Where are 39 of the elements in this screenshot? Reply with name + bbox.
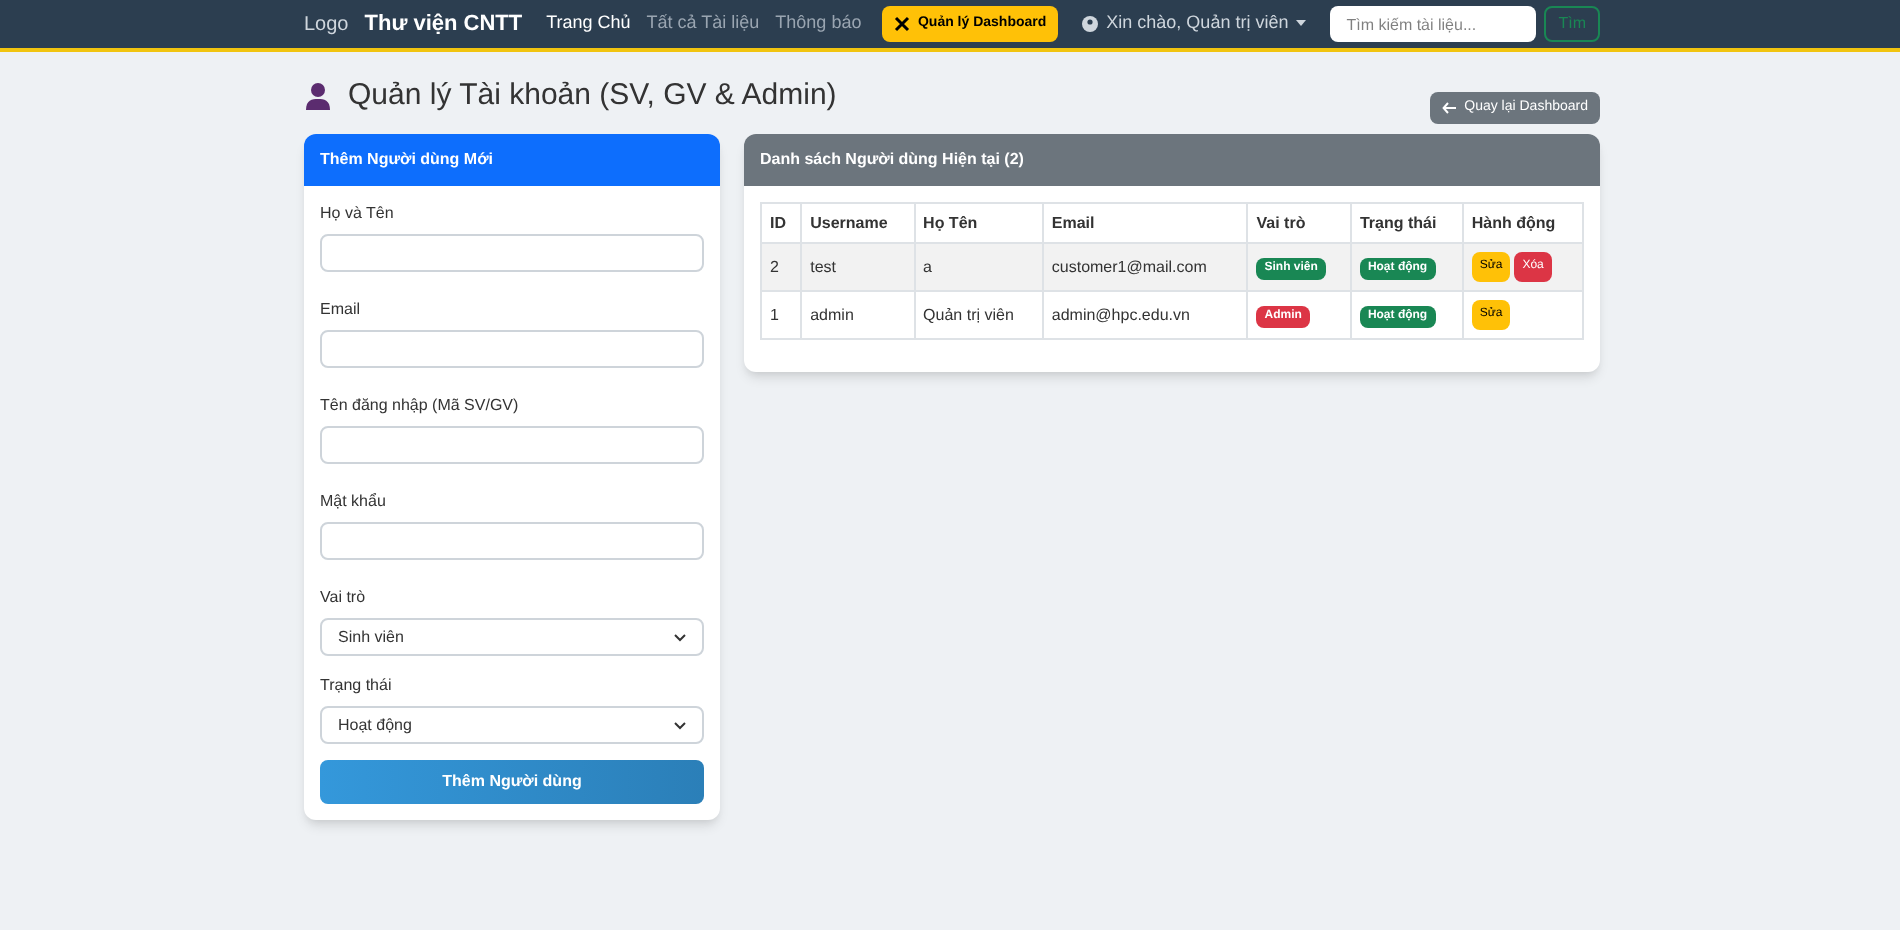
input-field[interactable] [320,426,704,464]
search-field[interactable]: Tìm kiếm tài liệu... [1330,6,1537,42]
table-cell: Quản trị viên [923,305,1014,323]
chevron-down-icon [674,633,686,641]
field-label: Tên đăng nhập (Mã SV/GV) [320,396,521,416]
field-label: Họ và Tên [320,204,396,224]
user-menu[interactable]: Xin chào, Quản trị viên [1082,10,1307,38]
submit-button[interactable]: Thêm Người dùng [320,760,704,804]
select-field[interactable]: Sinh viên [320,618,704,656]
column-header: Email [1042,203,1248,243]
field-label: Vai trò [320,588,368,608]
table-cell: customer1@mail.com [1051,257,1207,275]
input-field[interactable] [320,522,704,560]
table-cell: 2 [770,257,779,275]
nav-link[interactable]: Tất cả Tài liệu [646,10,760,38]
input-field[interactable] [320,330,704,368]
nav-link[interactable]: Thông báo [775,10,862,38]
field-label: Mật khẩu [320,492,388,512]
page-title: Quản lý Tài khoản (SV, GV & Admin) [348,75,837,116]
input-field[interactable] [320,234,704,272]
user-icon [304,82,332,110]
table-cell: a [923,257,932,275]
table-cell: admin@hpc.edu.vn [1051,305,1190,323]
logo-image: Logo [304,11,349,39]
table-cell: test [810,257,837,275]
table-cell: admin [810,305,854,323]
brand-link[interactable]: Thư viện CNTT [364,7,523,41]
table-cell: 1 [770,305,779,323]
caret-icon [1296,20,1307,28]
chevron-down-icon [674,721,686,729]
column-header: ID [761,203,802,243]
field-label: Trạng thái [320,676,394,696]
card-header: Thêm Người dùng Mới [304,134,720,186]
select-field[interactable]: Hoạt động [320,706,704,744]
arrow-left-icon [1442,102,1457,114]
field-label: Email [320,300,363,320]
user-icon [1082,16,1099,32]
nav-link[interactable]: Trang Chủ [546,10,631,38]
card-header: Danh sách Người dùng Hiện tại (2) [744,134,1600,186]
